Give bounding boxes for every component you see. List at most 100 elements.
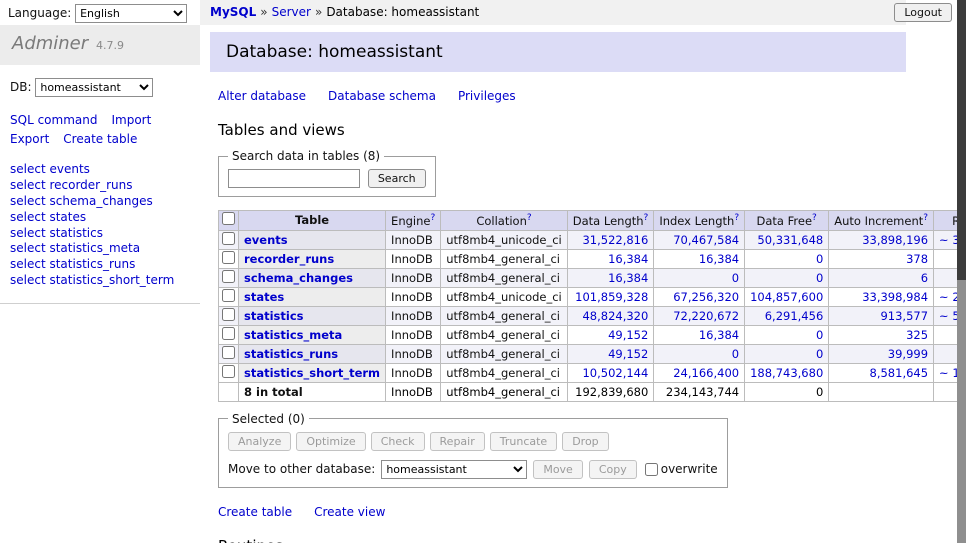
table-name-link[interactable]: schema_changes — [244, 271, 353, 285]
help-link[interactable]: ? — [923, 213, 928, 223]
row-checkbox[interactable] — [222, 251, 235, 264]
breadcrumb-mysql-link[interactable]: MySQL — [210, 5, 256, 19]
cell-value-link[interactable]: 0 — [732, 347, 739, 361]
breadcrumb-server-link[interactable]: Server — [272, 5, 311, 19]
cell-value-link[interactable]: 16,384 — [608, 271, 648, 285]
sidebar-table-link[interactable]: select statistics_short_term — [10, 273, 190, 289]
cell-value-link[interactable]: 67,256,320 — [673, 290, 739, 304]
scrollbar-thumb[interactable] — [957, 0, 966, 280]
sidebar-table-link[interactable]: select statistics_runs — [10, 257, 190, 273]
table-name-link[interactable]: statistics_runs — [244, 347, 338, 361]
cell-value-link[interactable]: 6 — [921, 271, 928, 285]
cell-value-link[interactable]: 70,467,584 — [673, 233, 739, 247]
sidebar-table-link[interactable]: select statistics_meta — [10, 241, 190, 257]
tables-heading: Tables and views — [218, 121, 906, 139]
cell-value-link[interactable]: 33,898,196 — [862, 233, 928, 247]
create-link-create-view[interactable]: Create view — [314, 505, 385, 519]
table-name-cell: recorder_runs — [239, 249, 386, 268]
table-name-cell: events — [239, 230, 386, 249]
logout-button[interactable]: Logout — [894, 3, 952, 22]
row-checkbox[interactable] — [222, 289, 235, 302]
sidebar-action-import[interactable]: Import — [111, 113, 151, 127]
cell-value-link[interactable]: 33,398,984 — [862, 290, 928, 304]
cell-value-link[interactable]: 188,743,680 — [750, 366, 823, 380]
help-link[interactable]: ? — [734, 213, 739, 223]
row-checkbox[interactable] — [222, 346, 235, 359]
sidebar-table-link[interactable]: select statistics — [10, 226, 190, 242]
cell-value-link[interactable]: 49,152 — [608, 328, 648, 342]
row-checkbox[interactable] — [222, 327, 235, 340]
db-action-alter-database[interactable]: Alter database — [218, 89, 306, 103]
move-button[interactable]: Move — [533, 460, 583, 479]
cell-value-link[interactable]: 6,291,456 — [765, 309, 824, 323]
sidebar-action-sql-command[interactable]: SQL command — [10, 113, 97, 127]
search-input[interactable] — [228, 169, 360, 188]
cell-value-link[interactable]: 10,502,144 — [582, 366, 648, 380]
help-link[interactable]: ? — [812, 213, 817, 223]
language-select[interactable]: English — [75, 4, 187, 23]
cell-value-link[interactable]: 913,577 — [880, 309, 928, 323]
db-select[interactable]: homeassistant — [35, 78, 153, 97]
cell-value-link[interactable]: 8,581,645 — [870, 366, 929, 380]
cell-value-link[interactable]: 0 — [816, 328, 823, 342]
help-link[interactable]: ? — [644, 213, 649, 223]
sidebar-table-links: select eventsselect recorder_runsselect … — [0, 160, 200, 304]
help-link[interactable]: ? — [430, 213, 435, 223]
create-link-create-table[interactable]: Create table — [218, 505, 292, 519]
table-name-link[interactable]: statistics_short_term — [244, 366, 380, 380]
row-checkbox[interactable] — [222, 308, 235, 321]
cell-value-link[interactable]: 16,384 — [699, 252, 739, 266]
cell-value-link[interactable]: 0 — [816, 271, 823, 285]
move-db-select[interactable]: homeassistant — [381, 460, 527, 479]
sidebar-action-export[interactable]: Export — [10, 132, 49, 146]
cell-value-link[interactable]: 16,384 — [608, 252, 648, 266]
cell-value-link[interactable]: 24,166,400 — [673, 366, 739, 380]
cell-value-link[interactable]: 49,152 — [608, 347, 648, 361]
cell-value-link[interactable]: 325 — [906, 328, 928, 342]
select-all-checkbox[interactable] — [222, 212, 235, 225]
copy-button[interactable]: Copy — [589, 460, 637, 479]
cell-value-link[interactable]: 378 — [906, 252, 928, 266]
table-name-link[interactable]: events — [244, 233, 288, 247]
truncate-button[interactable]: Truncate — [490, 432, 557, 451]
breadcrumb-separator: » — [260, 5, 267, 19]
cell-value-link[interactable]: 72,220,672 — [673, 309, 739, 323]
table-name-link[interactable]: statistics — [244, 309, 304, 323]
breadcrumb-separator: » — [315, 5, 322, 19]
sidebar-table-link[interactable]: select events — [10, 162, 190, 178]
sidebar-table-link[interactable]: select recorder_runs — [10, 178, 190, 194]
sidebar-table-link[interactable]: select schema_changes — [10, 194, 190, 210]
row-checkbox[interactable] — [222, 270, 235, 283]
row-checkbox[interactable] — [222, 365, 235, 378]
overwrite-checkbox[interactable] — [645, 463, 658, 476]
vertical-scrollbar[interactable] — [957, 0, 966, 543]
table-name-link[interactable]: recorder_runs — [244, 252, 334, 266]
cell-value-link[interactable]: 0 — [732, 271, 739, 285]
adminer-brand-link[interactable]: Adminer — [12, 33, 88, 54]
table-name-link[interactable]: states — [244, 290, 284, 304]
help-link[interactable]: ? — [527, 213, 532, 223]
cell-value-link[interactable]: 31,522,816 — [582, 233, 648, 247]
cell-value-link[interactable]: 101,859,328 — [575, 290, 648, 304]
repair-button[interactable]: Repair — [430, 432, 485, 451]
check-button[interactable]: Check — [371, 432, 425, 451]
cell-value-link[interactable]: 104,857,600 — [750, 290, 823, 304]
row-checkbox[interactable] — [222, 232, 235, 245]
analyze-button[interactable]: Analyze — [228, 432, 291, 451]
overwrite-label: overwrite — [661, 462, 718, 476]
db-action-privileges[interactable]: Privileges — [458, 89, 516, 103]
routines-heading: Routines — [218, 537, 906, 543]
cell-value-link[interactable]: 16,384 — [699, 328, 739, 342]
table-name-link[interactable]: statistics_meta — [244, 328, 342, 342]
db-action-database-schema[interactable]: Database schema — [328, 89, 436, 103]
cell-value-link[interactable]: 48,824,320 — [582, 309, 648, 323]
drop-button[interactable]: Drop — [562, 432, 608, 451]
cell-value-link[interactable]: 39,999 — [888, 347, 928, 361]
cell-value-link[interactable]: 0 — [816, 252, 823, 266]
sidebar-action-create-table[interactable]: Create table — [63, 132, 137, 146]
sidebar-table-link[interactable]: select states — [10, 210, 190, 226]
optimize-button[interactable]: Optimize — [296, 432, 365, 451]
cell-value-link[interactable]: 50,331,648 — [757, 233, 823, 247]
cell-value-link[interactable]: 0 — [816, 347, 823, 361]
search-button[interactable]: Search — [368, 169, 426, 188]
